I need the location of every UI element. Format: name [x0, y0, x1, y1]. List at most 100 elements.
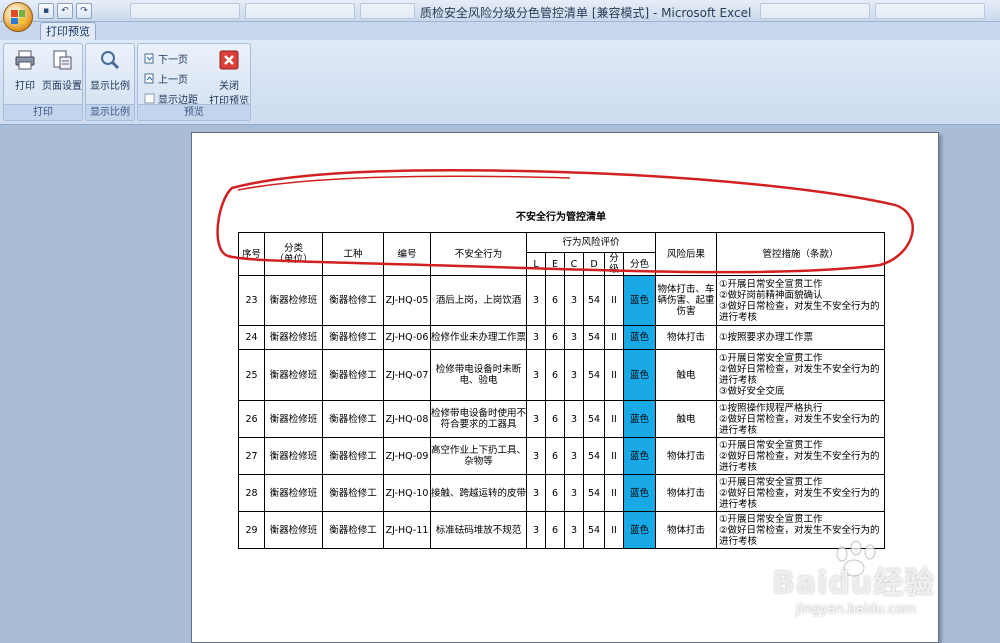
previous-page-button[interactable]: 上一页 — [144, 70, 188, 86]
table-row: 27 衡器检修班 衡器检修工 ZJ-HQ-09 高空作业上下扔工具、杂物等 3 6 3 54 II… — [238, 437, 885, 475]
watermark-brand: Baidu经验 — [772, 566, 936, 601]
cell-D: 54 — [583, 437, 605, 475]
cell-E: 6 — [545, 437, 565, 475]
undo-icon[interactable]: ↶ — [57, 3, 73, 19]
cell-behavior: 酒后上岗，上岗饮酒 — [430, 275, 527, 326]
cell-category: 衡器检修班 — [264, 275, 323, 326]
background-window-tab — [360, 3, 415, 19]
cell-consequence: 物体打击、车辆伤害、起重伤害 — [655, 275, 717, 326]
cell-job: 衡器检修工 — [322, 325, 384, 350]
cell-C: 3 — [564, 325, 584, 350]
table-row: 25 衡器检修班 衡器检修工 ZJ-HQ-07 检修带电设备时未断电、验电 3 6 3 54 II… — [238, 349, 885, 401]
cell-color: 蓝色 — [623, 511, 656, 549]
cell-job: 衡器检修工 — [322, 474, 384, 512]
cell-behavior: 标准砝码堆放不规范 — [430, 511, 527, 549]
watermark-url: jingyan.baidu.com — [796, 602, 916, 617]
cell-L: 3 — [526, 349, 546, 401]
cell-C: 3 — [564, 474, 584, 512]
save-icon[interactable]: ▪ — [38, 3, 54, 19]
print-group-label: 打印 — [4, 104, 82, 120]
cell-code: ZJ-HQ-06 — [383, 325, 431, 350]
cell-color: 蓝色 — [623, 474, 656, 512]
cell-seq: 29 — [238, 511, 265, 549]
cell-grade: II — [604, 349, 624, 401]
cell-D: 54 — [583, 325, 605, 350]
cell-code: ZJ-HQ-11 — [383, 511, 431, 549]
print-button[interactable]: 打印 — [6, 47, 44, 92]
background-window-tab — [875, 3, 985, 19]
zoom-group-label: 显示比例 — [86, 104, 134, 120]
cell-job: 衡器检修工 — [322, 511, 384, 549]
magnifier-icon — [101, 51, 120, 70]
zoom-group: 显示比例 显示比例 — [85, 43, 135, 121]
header-category: 分类 （单位） — [264, 232, 323, 276]
cell-behavior: 检修作业未办理工作票 — [430, 325, 527, 350]
background-window-tab — [245, 3, 355, 19]
cell-C: 3 — [564, 349, 584, 401]
cell-behavior: 检修带电设备时使用不符合要求的工器具 — [430, 400, 527, 438]
cell-consequence: 物体打击 — [655, 437, 717, 475]
cell-behavior: 接触、跨越运转的皮带 — [430, 474, 527, 512]
ribbon-tab-row — [0, 22, 1000, 40]
checkbox-icon — [144, 93, 155, 103]
header-behavior: 不安全行为 — [430, 232, 527, 276]
office-button[interactable] — [3, 2, 33, 32]
cell-consequence: 物体打击 — [655, 325, 717, 350]
cell-E: 6 — [545, 474, 565, 512]
cell-L: 3 — [526, 325, 546, 350]
cell-E: 6 — [545, 400, 565, 438]
zoom-button[interactable]: 显示比例 — [87, 47, 133, 92]
cell-grade: II — [604, 511, 624, 549]
cell-L: 3 — [526, 474, 546, 512]
table-row: 26 衡器检修班 衡器检修工 ZJ-HQ-08 检修带电设备时使用不符合要求的工器具 3 6… — [238, 400, 885, 438]
header-risk-eval: 行为风险评价 — [526, 232, 656, 253]
cell-color: 蓝色 — [623, 400, 656, 438]
cell-behavior: 高空作业上下扔工具、杂物等 — [430, 437, 527, 475]
page-setup-icon — [53, 50, 72, 70]
cell-category: 衡器检修班 — [264, 511, 323, 549]
cell-measures: ①开展日常安全宣贯工作 ②做好日常检查，对发生不安全行为的进行考核 — [716, 474, 885, 512]
cell-color: 蓝色 — [623, 349, 656, 401]
cell-E: 6 — [545, 275, 565, 326]
previous-page-icon — [144, 73, 154, 83]
cell-E: 6 — [545, 325, 565, 350]
header-measures: 管控措施（条款） — [716, 232, 885, 276]
header-seq: 序号 — [238, 232, 265, 276]
cell-color: 蓝色 — [623, 437, 656, 475]
cell-L: 3 — [526, 437, 546, 475]
cell-category: 衡器检修班 — [264, 437, 323, 475]
cell-D: 54 — [583, 349, 605, 401]
cell-measures: ①按照操作规程严格执行 ②做好日常检查，对发生不安全行为的进行考核 — [716, 400, 885, 438]
cell-grade: II — [604, 325, 624, 350]
document-title: 不安全行为管控清单 — [516, 212, 606, 223]
ribbon: 打印 页面设置 打印 显示比例 显示比例 下一页 上一页 显示边距 关闭 打印预… — [0, 40, 1000, 125]
header-c: C — [564, 252, 584, 276]
table-row: 28 衡器检修班 衡器检修工 ZJ-HQ-10 接触、跨越运转的皮带 3 6 3 54 II 蓝色物… — [238, 474, 885, 512]
background-window-tab — [130, 3, 240, 19]
cell-measures: ①开展日常安全宣贯工作 ②做好岗前精神面貌确认 ③做好日常检查，对发生不安全行为… — [716, 275, 885, 326]
cell-job: 衡器检修工 — [322, 349, 384, 401]
cell-consequence: 触电 — [655, 400, 717, 438]
close-print-preview-button[interactable]: 关闭 打印预览 — [206, 47, 252, 107]
header-l: L — [526, 252, 546, 276]
cell-grade: II — [604, 437, 624, 475]
cell-code: ZJ-HQ-08 — [383, 400, 431, 438]
page-setup-button[interactable]: 页面设置 — [40, 47, 84, 92]
next-page-button[interactable]: 下一页 — [144, 50, 188, 66]
tab-print-preview[interactable]: 打印预览 — [40, 22, 96, 41]
close-icon — [219, 50, 239, 70]
printer-icon — [15, 50, 35, 70]
cell-seq: 25 — [238, 349, 265, 401]
cell-job: 衡器检修工 — [322, 400, 384, 438]
cell-C: 3 — [564, 437, 584, 475]
cell-job: 衡器检修工 — [322, 275, 384, 326]
header-job: 工种 — [322, 232, 384, 276]
cell-consequence: 物体打击 — [655, 511, 717, 549]
redo-icon[interactable]: ↷ — [76, 3, 92, 19]
next-page-icon — [144, 53, 154, 63]
cell-L: 3 — [526, 400, 546, 438]
cell-code: ZJ-HQ-05 — [383, 275, 431, 326]
cell-D: 54 — [583, 474, 605, 512]
window-title: 质检安全风险分级分色管控清单 [兼容模式] - Microsoft Excel — [420, 6, 752, 20]
background-window-tab — [760, 3, 870, 19]
